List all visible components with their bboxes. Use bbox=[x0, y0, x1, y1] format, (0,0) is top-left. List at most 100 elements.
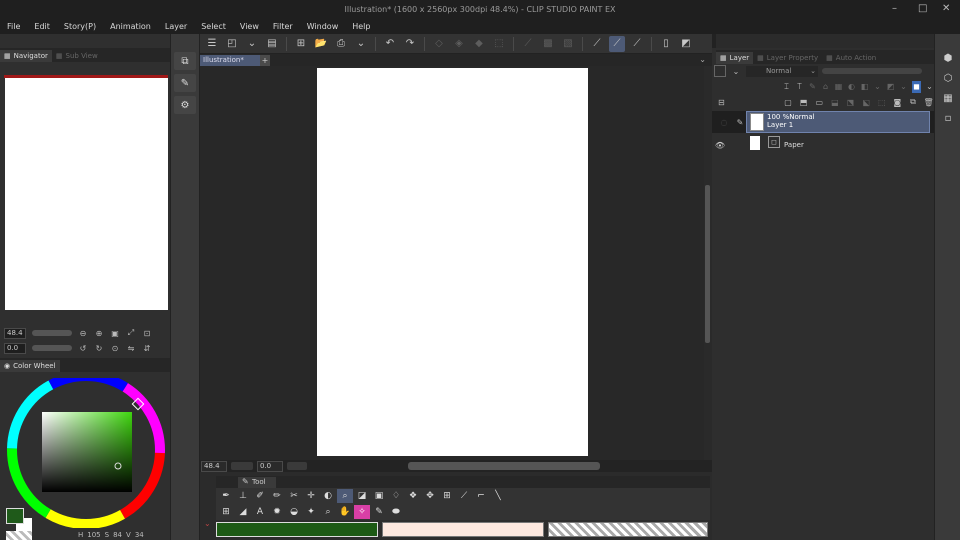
transparent-color-bar[interactable] bbox=[548, 522, 708, 537]
correction-tool-icon[interactable]: ⌐ bbox=[473, 489, 489, 503]
clip-studio-icon[interactable]: ◰ bbox=[224, 36, 240, 52]
deselect-icon[interactable]: ⟋ bbox=[520, 36, 536, 52]
status-zoom-slider[interactable] bbox=[231, 462, 253, 470]
color-mix-tool-icon[interactable]: ⬬ bbox=[388, 505, 404, 519]
main-color-swatch[interactable] bbox=[6, 508, 24, 524]
snap-ruler-icon[interactable]: ⟋ bbox=[589, 36, 605, 52]
hand-tool-icon[interactable]: ✋ bbox=[337, 505, 353, 519]
rotate-right-icon[interactable]: ↻ bbox=[94, 343, 104, 353]
status-rotate-field[interactable]: 0.0 bbox=[257, 460, 283, 472]
rotation-field[interactable]: 0.0 bbox=[4, 342, 26, 354]
zoom-field[interactable]: 48.4 bbox=[4, 327, 26, 339]
clear-icon[interactable]: ◇ bbox=[431, 36, 447, 52]
chevron-down-icon[interactable]: ⌄ bbox=[204, 519, 211, 528]
rotation-slider[interactable] bbox=[32, 345, 72, 351]
menu-edit[interactable]: Edit bbox=[27, 20, 57, 34]
new-vector-layer-icon[interactable]: ⬒ bbox=[798, 96, 809, 108]
move-tool-icon[interactable]: ✛ bbox=[303, 489, 319, 503]
new-tab-button[interactable]: + bbox=[260, 55, 270, 66]
new-icon[interactable]: ⊞ bbox=[293, 36, 309, 52]
new-folder-icon[interactable]: ▭ bbox=[814, 96, 825, 108]
layer-row[interactable]: ◌ ✎ 100 %Normal Layer 1 bbox=[712, 111, 934, 133]
eye-icon[interactable]: ◌ bbox=[718, 116, 730, 128]
eraser-tool-icon[interactable]: ◪ bbox=[354, 489, 370, 503]
menu-file[interactable]: File bbox=[0, 20, 27, 34]
fill-icon[interactable]: ◈ bbox=[451, 36, 467, 52]
vertical-scroll-thumb[interactable] bbox=[705, 185, 710, 343]
menu-help[interactable]: Help bbox=[345, 20, 377, 34]
ruler-tool-icon[interactable]: ◢ bbox=[235, 505, 251, 519]
actual-size-icon[interactable]: ▣ bbox=[110, 328, 120, 338]
layer-color-toggle-icon[interactable]: ◩ bbox=[886, 81, 895, 93]
material-icon[interactable]: ⬡ bbox=[939, 70, 957, 86]
menu-animation[interactable]: Animation bbox=[103, 20, 158, 34]
ruler-icon[interactable]: ⬚ bbox=[876, 96, 887, 108]
close-button[interactable]: ✕ bbox=[942, 3, 950, 14]
redo-icon[interactable]: ↷ bbox=[402, 36, 418, 52]
marker-tool-icon[interactable]: ⊥ bbox=[235, 489, 251, 503]
navigator-preview[interactable] bbox=[5, 78, 168, 310]
transform-icon[interactable]: ◆ bbox=[471, 36, 487, 52]
text-tool-icon[interactable]: A bbox=[252, 505, 268, 519]
panel-tool-icon[interactable]: ⊞ bbox=[218, 505, 234, 519]
flip-horizontal-icon[interactable]: ⇋ bbox=[126, 343, 136, 353]
menu-view[interactable]: View bbox=[233, 20, 266, 34]
status-zoom-field[interactable]: 48.4 bbox=[201, 460, 227, 472]
chevron-down-icon[interactable]: ⌄ bbox=[873, 81, 882, 93]
ruler-toggle-icon[interactable]: ◼ bbox=[912, 80, 921, 93]
chevron-down-icon[interactable]: ⌄ bbox=[699, 55, 706, 64]
eye-icon[interactable]: 👁 bbox=[714, 139, 726, 151]
assets-icon[interactable]: ▤ bbox=[264, 36, 280, 52]
snap-special-ruler-icon[interactable]: ⟋ bbox=[609, 35, 625, 52]
panel-toggle-icon[interactable]: ▫ bbox=[939, 110, 957, 126]
pen-tool-icon[interactable]: ✒ bbox=[218, 489, 234, 503]
save-icon[interactable]: ⎙ bbox=[333, 36, 349, 52]
companion-icon[interactable]: ▯ bbox=[658, 36, 674, 52]
new-raster-layer-icon[interactable]: ▢ bbox=[783, 96, 794, 108]
zoom-slider[interactable] bbox=[32, 330, 72, 336]
frame-tool-icon[interactable]: ⊞ bbox=[439, 489, 455, 503]
menu-select[interactable]: Select bbox=[194, 20, 233, 34]
menu-icon[interactable]: ☰ bbox=[204, 36, 220, 52]
selection-pen-tool-icon[interactable]: ✎ bbox=[371, 505, 387, 519]
chevron-down-icon[interactable]: ⌄ bbox=[353, 36, 369, 52]
balloon-tool-icon[interactable]: ✹ bbox=[269, 505, 285, 519]
chevron-down-icon[interactable]: ⌄ bbox=[244, 36, 260, 52]
tab-layer-property[interactable]: ▦ Layer Property bbox=[753, 52, 822, 64]
fit-icon[interactable]: ⤢ bbox=[126, 328, 136, 338]
zoom-out-icon[interactable]: ⊖ bbox=[78, 328, 88, 338]
layer-search-icon[interactable]: ⬢ bbox=[939, 50, 957, 66]
transfer-down-icon[interactable]: ⬓ bbox=[830, 96, 841, 108]
blend-tool-icon[interactable]: ♢ bbox=[388, 489, 404, 503]
snap-grid-icon[interactable]: ⟋ bbox=[629, 36, 645, 52]
tab-layer[interactable]: ▦ Layer bbox=[716, 52, 754, 64]
main-color-bar[interactable] bbox=[216, 522, 378, 537]
undo-icon[interactable]: ↶ bbox=[382, 36, 398, 52]
maximize-button[interactable]: □ bbox=[918, 3, 927, 14]
brush-size-icon[interactable]: ✎ bbox=[174, 74, 196, 92]
menu-layer[interactable]: Layer bbox=[158, 20, 194, 34]
reset-rotation-icon[interactable]: ⊙ bbox=[110, 343, 120, 353]
delete-layer-icon[interactable]: 🗑 bbox=[923, 96, 934, 108]
zoom-in-icon[interactable]: ⊕ bbox=[94, 328, 104, 338]
tab-illustration[interactable]: Illustration* bbox=[200, 55, 260, 66]
menu-window[interactable]: Window bbox=[300, 20, 346, 34]
help-icon[interactable]: ◩ bbox=[678, 36, 694, 52]
eyedropper-tool-icon[interactable]: ⟋ bbox=[456, 489, 472, 503]
mask-icon[interactable]: ◐ bbox=[847, 81, 856, 93]
magnifier-tool-icon[interactable]: ⌕ bbox=[320, 505, 336, 519]
crop-icon[interactable]: ▧ bbox=[560, 36, 576, 52]
copy-layer-icon[interactable]: ⧉ bbox=[908, 96, 919, 108]
horizontal-scroll-thumb[interactable] bbox=[408, 462, 600, 470]
edit-pen-icon[interactable]: ✎ bbox=[734, 116, 746, 128]
fit-navigator-icon[interactable]: ⊡ bbox=[142, 328, 152, 338]
figure-tool-icon[interactable]: ✦ bbox=[303, 505, 319, 519]
tool-property-icon[interactable]: ⚙ bbox=[174, 96, 196, 114]
transform-tool-icon[interactable]: ✥ bbox=[422, 489, 438, 503]
transparent-color-swatch[interactable] bbox=[6, 531, 32, 540]
zoom-tool-icon[interactable]: ⌕ bbox=[337, 489, 353, 503]
color-wheel[interactable] bbox=[4, 378, 170, 528]
pencil-tool-icon[interactable]: ✏ bbox=[269, 489, 285, 503]
opacity-slider[interactable] bbox=[822, 68, 922, 74]
menu-story[interactable]: Story(P) bbox=[57, 20, 103, 34]
